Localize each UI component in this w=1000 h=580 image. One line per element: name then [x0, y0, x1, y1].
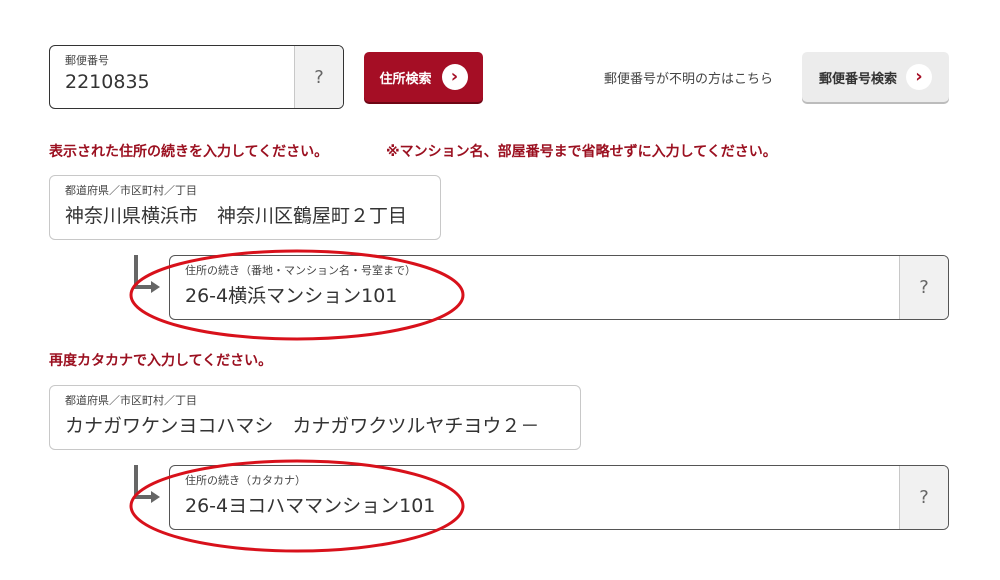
postal-code-label: 郵便番号	[65, 54, 109, 67]
address-continuation-value[interactable]: 26-4横浜マンション101	[185, 281, 397, 308]
address-continuation-label: 住所の続き（番地・マンション名・号室まで）	[185, 264, 416, 277]
kana-address-value: カナガワケンヨコハマシ カナガワクツルヤチヨウ２－	[65, 415, 540, 437]
address-label: 都道府県／市区町村／丁目	[65, 184, 197, 197]
kana-continuation-field[interactable]: 住所の続き（カタカナ） 26-4ヨコハママンション101 ?	[169, 465, 949, 530]
kana-address-field: 都道府県／市区町村／丁目 カナガワケンヨコハマシ カナガワクツルヤチヨウ２－	[49, 385, 581, 450]
address-search-label: 住所検索	[379, 71, 432, 87]
kana-continuation-help-button[interactable]: ?	[899, 466, 948, 529]
postal-code-field[interactable]: 郵便番号 2210835 ?	[49, 45, 344, 109]
address-field: 都道府県／市区町村／丁目 神奈川県横浜市 神奈川区鶴屋町２丁目	[49, 175, 441, 240]
address-continuation-help-button[interactable]: ?	[899, 256, 948, 319]
address-instruction-heading: 表示された住所の続きを入力してください。	[49, 144, 329, 160]
kana-address-label: 都道府県／市区町村／丁目	[65, 394, 197, 407]
address-continuation-field[interactable]: 住所の続き（番地・マンション名・号室まで） 26-4横浜マンション101 ?	[169, 255, 949, 320]
indent-arrow-icon	[134, 255, 160, 293]
indent-arrow-icon	[134, 465, 160, 503]
postal-code-value[interactable]: 2210835	[65, 71, 150, 93]
address-value: 神奈川県横浜市 神奈川区鶴屋町２丁目	[65, 205, 408, 227]
kana-continuation-value[interactable]: 26-4ヨコハママンション101	[185, 491, 435, 518]
chevron-right-icon: ›	[441, 64, 468, 90]
postal-unknown-text: 郵便番号が不明の方はこちら	[604, 72, 774, 87]
postal-help-button[interactable]: ?	[294, 46, 343, 108]
chevron-right-icon: ›	[906, 64, 932, 90]
kana-instruction-heading: 再度カタカナで入力してください。	[49, 353, 273, 369]
postal-search-button[interactable]: 郵便番号検索 ›	[802, 52, 949, 102]
address-instruction-note: ※マンション名、部屋番号まで省略せずに入力してください。	[386, 144, 777, 160]
postal-search-label: 郵便番号検索	[818, 71, 897, 87]
kana-continuation-label: 住所の続き（カタカナ）	[185, 474, 306, 487]
address-search-button[interactable]: 住所検索 ›	[364, 52, 483, 102]
